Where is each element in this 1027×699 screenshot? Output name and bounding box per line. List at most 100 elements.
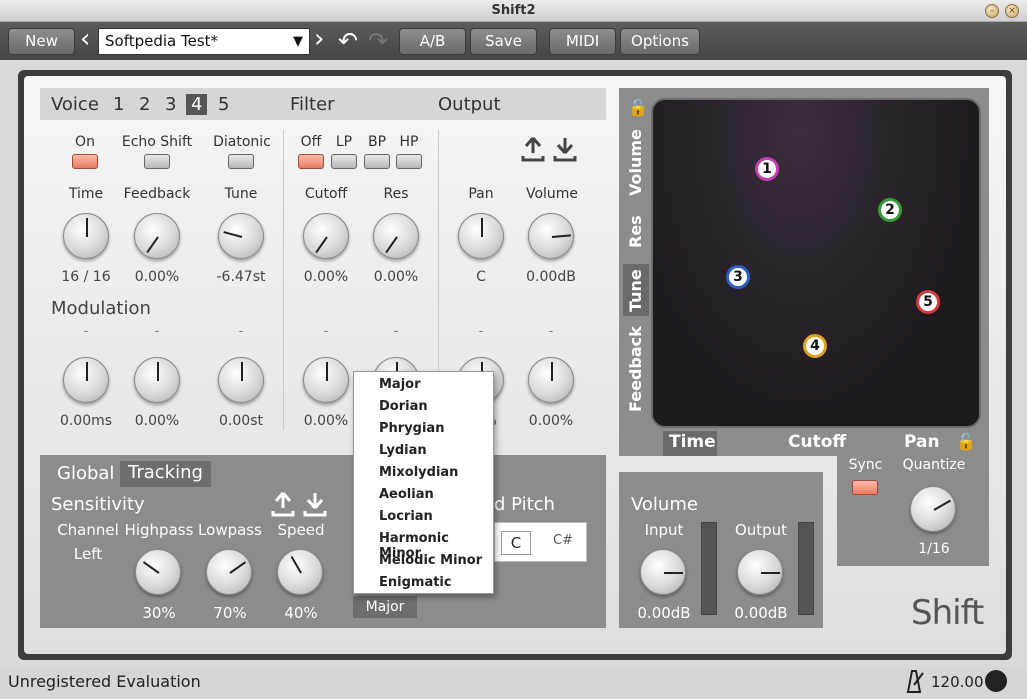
x-tab-pan[interactable]: Pan [904, 432, 940, 452]
x-tab-time[interactable]: Time [669, 432, 716, 452]
tune-label: Tune [224, 186, 258, 202]
prev-preset-icon[interactable]: ‹ [80, 26, 90, 52]
menu-item-enigmatic[interactable]: Enigmatic [379, 575, 452, 590]
global-tab[interactable]: Global [57, 463, 114, 484]
voice-tab-5[interactable]: 5 [218, 94, 229, 115]
minimize-button[interactable]: – [985, 4, 999, 18]
next-preset-icon[interactable]: › [314, 26, 324, 52]
cutoff-knob[interactable] [303, 213, 349, 259]
mod-feedback-knob[interactable] [134, 357, 180, 403]
voice-node-5[interactable]: 5 [916, 290, 940, 314]
highpass-label: Highpass [124, 521, 194, 539]
mod-time-knob[interactable] [63, 357, 109, 403]
time-label: Time [68, 186, 104, 202]
chevron-down-icon: ▼ [293, 34, 303, 49]
metronome-icon[interactable] [903, 669, 925, 697]
cutoff-value: 0.00% [303, 269, 349, 285]
voice-node-4[interactable]: 4 [803, 334, 827, 358]
menu-item-dorian[interactable]: Dorian [379, 399, 428, 414]
speed-knob[interactable] [277, 549, 323, 595]
diatonic-toggle[interactable] [228, 154, 254, 169]
mod-volume-knob[interactable] [528, 357, 574, 403]
scale-select[interactable]: Major [353, 596, 417, 618]
on-toggle[interactable] [72, 154, 98, 169]
channel-value[interactable]: Left [53, 545, 123, 563]
menu-item-aeolian[interactable]: Aeolian [379, 487, 434, 502]
close-button[interactable]: × [1005, 4, 1019, 18]
filter-lp-toggle[interactable] [331, 154, 357, 169]
highpass-value: 30% [142, 604, 176, 622]
midi-button[interactable]: MIDI [549, 28, 616, 55]
lock-icon[interactable]: 🔓 [956, 432, 976, 451]
menu-item-melodic-minor[interactable]: Melodic Minor [379, 553, 482, 568]
input-level-meter [701, 522, 717, 615]
voice-tab-4[interactable]: 4 [186, 94, 208, 115]
tune-knob[interactable] [218, 213, 264, 259]
voice-node-1[interactable]: 1 [755, 157, 779, 181]
feedback-value: 0.00% [134, 269, 180, 285]
menu-item-mixolydian[interactable]: Mixolydian [379, 465, 458, 480]
options-button[interactable]: Options [620, 28, 700, 55]
mod-tune-knob[interactable] [218, 357, 264, 403]
x-tab-cutoff[interactable]: Cutoff [788, 432, 846, 452]
y-tab-tune[interactable]: Tune [626, 269, 645, 312]
export-icon[interactable] [521, 136, 545, 166]
key-c-sharp[interactable]: C# [553, 533, 573, 548]
input-value: 0.00dB [637, 604, 691, 622]
filter-hp-toggle[interactable] [396, 154, 422, 169]
ab-button[interactable]: A/B [399, 28, 466, 55]
xy-pad[interactable] [651, 98, 981, 428]
highpass-knob[interactable] [135, 549, 181, 595]
export-icon[interactable] [271, 491, 295, 521]
filter-bp-label: BP [367, 134, 387, 150]
output-knob[interactable] [737, 549, 783, 595]
voice-tab-2[interactable]: 2 [139, 94, 150, 115]
voice-node-3[interactable]: 3 [726, 265, 750, 289]
filter-title: Filter [290, 94, 335, 115]
redo-icon[interactable]: ↷ [368, 28, 388, 54]
menu-item-lydian[interactable]: Lydian [379, 443, 427, 458]
new-button[interactable]: New [8, 28, 75, 55]
save-button[interactable]: Save [470, 28, 537, 55]
mod-cutoff-knob[interactable] [303, 357, 349, 403]
feedback-knob[interactable] [134, 213, 180, 259]
volume-knob[interactable] [528, 213, 574, 259]
speed-value: 40% [284, 604, 318, 622]
mod-feedback-value: 0.00% [134, 413, 180, 429]
y-tab-res[interactable]: Res [626, 215, 645, 248]
y-tab-volume[interactable]: Volume [626, 129, 645, 196]
lowpass-knob[interactable] [206, 549, 252, 595]
menu-item-phrygian[interactable]: Phrygian [379, 421, 444, 436]
input-knob[interactable] [640, 549, 686, 595]
lock-icon[interactable]: 🔓 [628, 98, 648, 117]
midi-icon[interactable] [985, 670, 1007, 692]
modulation-title: Modulation [51, 298, 151, 319]
tracking-tab[interactable]: Tracking [120, 461, 211, 487]
pan-knob[interactable] [458, 213, 504, 259]
input-label: Input [644, 521, 684, 539]
filter-off-toggle[interactable] [298, 154, 324, 169]
quantize-label: Quantize [902, 457, 966, 473]
voice-tab-3[interactable]: 3 [165, 94, 176, 115]
divider [283, 130, 284, 430]
echo-shift-toggle[interactable] [144, 154, 170, 169]
filter-bp-toggle[interactable] [364, 154, 390, 169]
time-knob[interactable] [63, 213, 109, 259]
sync-toggle[interactable] [852, 480, 878, 495]
mod-dash: - [548, 324, 554, 339]
tune-value: -6.47st [216, 269, 266, 285]
import-icon[interactable] [553, 136, 577, 166]
quantize-knob[interactable] [910, 486, 956, 532]
menu-item-major[interactable]: Major [379, 377, 421, 392]
voice-node-2[interactable]: 2 [878, 198, 902, 222]
tempo-value[interactable]: 120.00 [931, 673, 984, 691]
mod-dash: - [478, 324, 484, 339]
undo-icon[interactable]: ↶ [338, 28, 358, 54]
key-c[interactable]: C [501, 531, 531, 555]
y-tab-feedback[interactable]: Feedback [626, 326, 645, 412]
preset-select[interactable]: Softpedia Test* ▼ [98, 28, 310, 55]
voice-tab-1[interactable]: 1 [113, 94, 124, 115]
res-knob[interactable] [373, 213, 419, 259]
import-icon[interactable] [303, 491, 327, 521]
menu-item-locrian[interactable]: Locrian [379, 509, 433, 524]
